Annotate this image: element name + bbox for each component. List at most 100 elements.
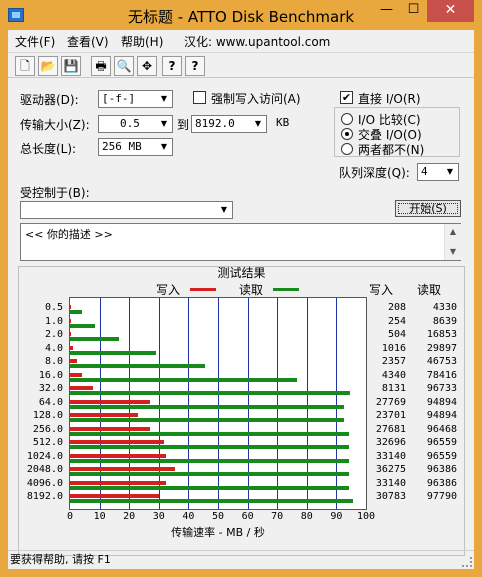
read-column-header: 读取 xyxy=(417,283,442,297)
transfer-size-label: 2.0 xyxy=(44,329,63,340)
scroll-down-icon[interactable]: ▼ xyxy=(445,244,461,260)
overlapped-io-radio[interactable] xyxy=(341,128,353,140)
transfer-size-label: 64.0 xyxy=(38,396,63,408)
force-write-label: 强制写入访问(A) xyxy=(211,92,301,106)
x-tick-label: 80 xyxy=(300,511,313,522)
transfer-from-select[interactable]: 0.5 ▼ xyxy=(98,115,173,133)
write-value: 8131 xyxy=(381,383,406,394)
resize-grip-icon[interactable] xyxy=(462,557,472,567)
chevron-down-icon[interactable]: ▼ xyxy=(216,202,232,218)
transfer-size-label: 传输大小(Z): xyxy=(20,118,90,132)
read-bar xyxy=(70,323,95,328)
gridline xyxy=(277,298,278,509)
write-bar xyxy=(70,345,73,350)
write-bar xyxy=(70,305,71,309)
chevron-down-icon[interactable]: ▼ xyxy=(442,164,458,180)
queue-depth-select[interactable]: 4 ▼ xyxy=(417,163,459,181)
menu-localized[interactable]: 汉化: www.upantool.com xyxy=(184,33,330,50)
description-textarea[interactable]: << 你的描述 >> xyxy=(20,223,461,261)
controlled-by-label: 受控制于(B): xyxy=(20,186,90,200)
status-text: 要获得帮助, 请按 F1 xyxy=(10,553,111,566)
x-tick-label: 0 xyxy=(66,511,74,522)
write-value: 32696 xyxy=(375,437,406,448)
gridline xyxy=(218,298,219,509)
read-value: 96468 xyxy=(426,423,457,435)
description-text: << 你的描述 >> xyxy=(25,228,113,241)
x-axis-label: 传输速率 - MB / 秒 xyxy=(171,526,265,539)
transfer-size-label: 4096.0 xyxy=(26,477,63,489)
write-value: 33140 xyxy=(375,477,406,489)
write-value: 27769 xyxy=(375,396,406,408)
maximize-button[interactable]: ☐ xyxy=(400,0,427,22)
transfer-size-label: 0.5 xyxy=(44,302,63,313)
transfer-to-select[interactable]: 8192.0 ▼ xyxy=(191,115,267,133)
chevron-down-icon[interactable]: ▼ xyxy=(250,116,266,132)
read-value: 96733 xyxy=(426,383,457,394)
read-bar xyxy=(70,418,345,422)
gridline xyxy=(159,298,160,509)
x-tick-label: 100 xyxy=(356,511,376,522)
write-legend-line xyxy=(190,288,216,291)
open-folder-icon[interactable]: 📂 xyxy=(38,56,58,76)
new-file-icon[interactable]: 🗋 xyxy=(15,56,35,76)
scroll-up-icon[interactable]: ▲ xyxy=(445,224,461,240)
write-value: 23701 xyxy=(375,410,406,421)
write-value: 27681 xyxy=(375,423,406,435)
transfer-size-label: 8192.0 xyxy=(26,491,63,502)
save-icon[interactable]: 💾 xyxy=(61,56,81,76)
print-preview-icon[interactable]: 🔍 xyxy=(114,56,134,76)
results-title: 测试结果 xyxy=(217,266,266,280)
read-value: 16853 xyxy=(426,329,457,340)
title-bar[interactable]: 无标题 - ATTO Disk Benchmark — ☐ ✕ xyxy=(0,0,482,30)
total-length-value: 256 MB xyxy=(102,140,142,153)
read-bar xyxy=(70,485,349,490)
read-value: 29897 xyxy=(426,342,457,354)
force-write-checkbox[interactable] xyxy=(193,91,206,104)
chevron-down-icon[interactable]: ▼ xyxy=(156,116,172,132)
transfer-to-word: 到 xyxy=(177,118,190,132)
status-bar: 要获得帮助, 请按 F1 xyxy=(8,550,474,569)
io-compare-radio[interactable] xyxy=(341,113,353,125)
menu-file[interactable]: 文件(F) xyxy=(15,33,55,50)
neither-io-radio[interactable] xyxy=(341,143,353,155)
queue-depth-value: 4 xyxy=(421,165,428,178)
read-value: 4330 xyxy=(432,302,457,313)
write-legend-label: 写入 xyxy=(156,283,181,297)
direct-io-checkbox[interactable]: ✔ xyxy=(340,91,353,104)
description-scrollbar[interactable]: ▲ ▼ xyxy=(444,224,461,260)
move-icon[interactable]: ✥ xyxy=(137,56,157,76)
read-bar xyxy=(70,350,157,355)
x-tick-label: 50 xyxy=(211,511,225,522)
menu-view[interactable]: 查看(V) xyxy=(67,33,109,50)
read-bar xyxy=(70,364,206,368)
menu-bar: 文件(F) 查看(V) 帮助(H) 汉化: www.upantool.com xyxy=(8,30,474,50)
total-length-label: 总长度(L): xyxy=(20,142,77,156)
controlled-by-select[interactable]: ▼ xyxy=(20,201,233,219)
context-help-icon[interactable]: ? xyxy=(185,56,205,76)
chevron-down-icon[interactable]: ▼ xyxy=(156,91,172,107)
client-area: 文件(F) 查看(V) 帮助(H) 汉化: www.upantool.com 🗋… xyxy=(8,30,474,569)
print-icon[interactable]: 🖶 xyxy=(91,56,111,76)
help-icon[interactable]: ? xyxy=(162,56,182,76)
write-bar xyxy=(70,359,77,363)
read-value: 94894 xyxy=(426,410,457,421)
x-tick-label: 60 xyxy=(241,511,254,522)
read-bar xyxy=(70,310,83,314)
total-length-select[interactable]: 256 MB ▼ xyxy=(98,138,173,156)
chart-plot-area xyxy=(69,297,367,510)
chevron-down-icon[interactable]: ▼ xyxy=(156,139,172,155)
x-tick-label: 40 xyxy=(182,511,195,522)
close-button[interactable]: ✕ xyxy=(427,0,474,22)
read-value: 96386 xyxy=(426,464,457,475)
transfer-from-value: 0.5 xyxy=(120,117,140,130)
transfer-unit: KB xyxy=(276,116,290,129)
transfer-to-value: 8192.0 xyxy=(195,117,235,130)
drive-select[interactable]: [-f-] ▼ xyxy=(98,90,173,108)
read-bar xyxy=(70,472,349,476)
menu-help[interactable]: 帮助(H) xyxy=(121,33,163,50)
start-button[interactable]: 开始(S) xyxy=(395,200,461,217)
minimize-button[interactable]: — xyxy=(373,0,400,22)
transfer-size-label: 1024.0 xyxy=(26,450,63,462)
transfer-size-label: 4.0 xyxy=(44,342,63,354)
transfer-size-label: 1.0 xyxy=(44,315,63,327)
